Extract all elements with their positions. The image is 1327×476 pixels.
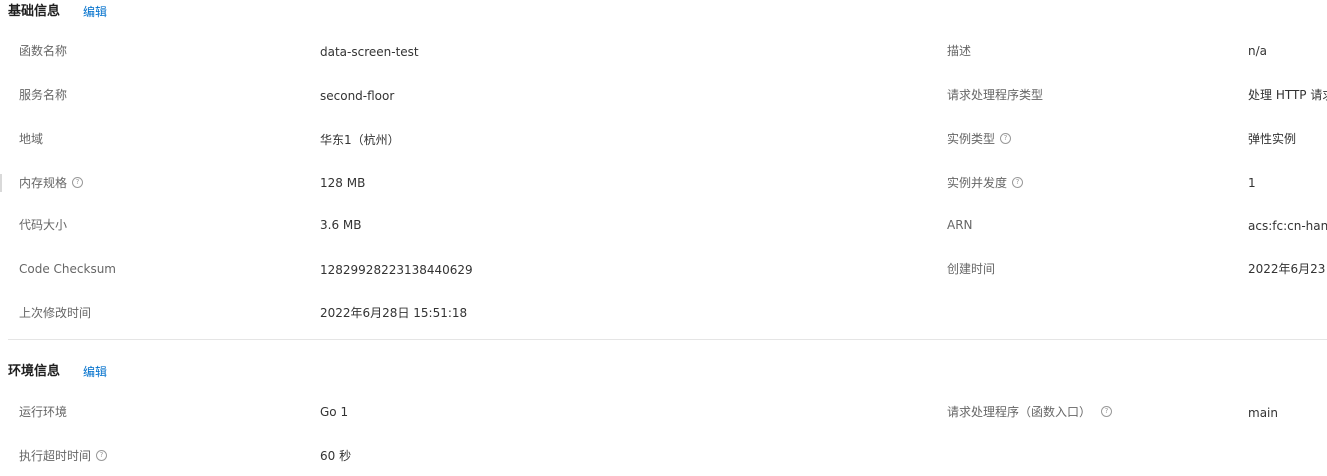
description-label: 描述	[947, 44, 972, 58]
concurrency-value: 1	[1248, 176, 1256, 190]
question-circle-icon[interactable]: ?	[1101, 406, 1113, 417]
code-size-label: 代码大小	[19, 218, 68, 232]
memory-row: 内存规格?	[19, 174, 84, 192]
basic-info-title: 基础信息	[8, 4, 61, 19]
question-circle-icon[interactable]: ?	[1012, 177, 1024, 188]
basic-info-edit-link[interactable]: 编辑	[83, 2, 107, 22]
checksum-label: Code Checksum	[19, 262, 116, 276]
env-info-title: 环境信息	[8, 364, 61, 379]
concurrency-label: 实例并发度	[947, 176, 1008, 190]
question-circle-icon[interactable]: ?	[1000, 133, 1012, 144]
handler-type-value: 处理 HTTP 请求	[1248, 88, 1327, 102]
handler-value: main	[1248, 406, 1278, 420]
region-label: 地域	[19, 132, 44, 146]
handler-type-label: 请求处理程序类型	[947, 88, 1044, 102]
runtime-label: 运行环境	[19, 405, 68, 419]
timeout-value: 60 秒	[320, 449, 352, 463]
code-size-value: 3.6 MB	[320, 218, 362, 232]
created-label: 创建时间	[947, 262, 996, 276]
left-edge-marker	[0, 174, 2, 192]
question-circle-icon[interactable]: ?	[96, 450, 108, 461]
question-circle-icon[interactable]: ?	[72, 177, 84, 188]
description-value: n/a	[1248, 44, 1268, 58]
concurrency-row: 实例并发度?	[947, 174, 1024, 192]
instance-type-value: 弹性实例	[1248, 132, 1297, 146]
runtime-value: Go 1	[320, 405, 349, 419]
function-name-label: 函数名称	[19, 44, 68, 58]
handler-label: 请求处理程序（函数入口）	[947, 405, 1092, 419]
timeout-row: 执行超时时间?	[19, 447, 108, 465]
created-value: 2022年6月23日	[1248, 262, 1327, 276]
region-value: 华东1（杭州）	[320, 133, 400, 147]
checksum-value: 12829928223138440629	[320, 263, 473, 277]
service-name-value: second-floor	[320, 89, 395, 103]
service-name-label: 服务名称	[19, 88, 68, 102]
arn-value: acs:fc:cn-hangzhou	[1248, 219, 1327, 233]
modified-value: 2022年6月28日 15:51:18	[320, 306, 468, 320]
handler-row: 请求处理程序（函数入口）?	[947, 403, 1113, 421]
instance-type-row: 实例类型?	[947, 130, 1012, 148]
instance-type-label: 实例类型	[947, 132, 996, 146]
section-divider	[8, 339, 1327, 340]
memory-label: 内存规格	[19, 176, 68, 190]
function-name-value: data-screen-test	[320, 45, 419, 59]
timeout-label: 执行超时时间	[19, 449, 92, 463]
memory-value: 128 MB	[320, 176, 366, 190]
arn-label: ARN	[947, 218, 973, 232]
modified-label: 上次修改时间	[19, 306, 92, 320]
env-info-edit-link[interactable]: 编辑	[83, 362, 107, 382]
